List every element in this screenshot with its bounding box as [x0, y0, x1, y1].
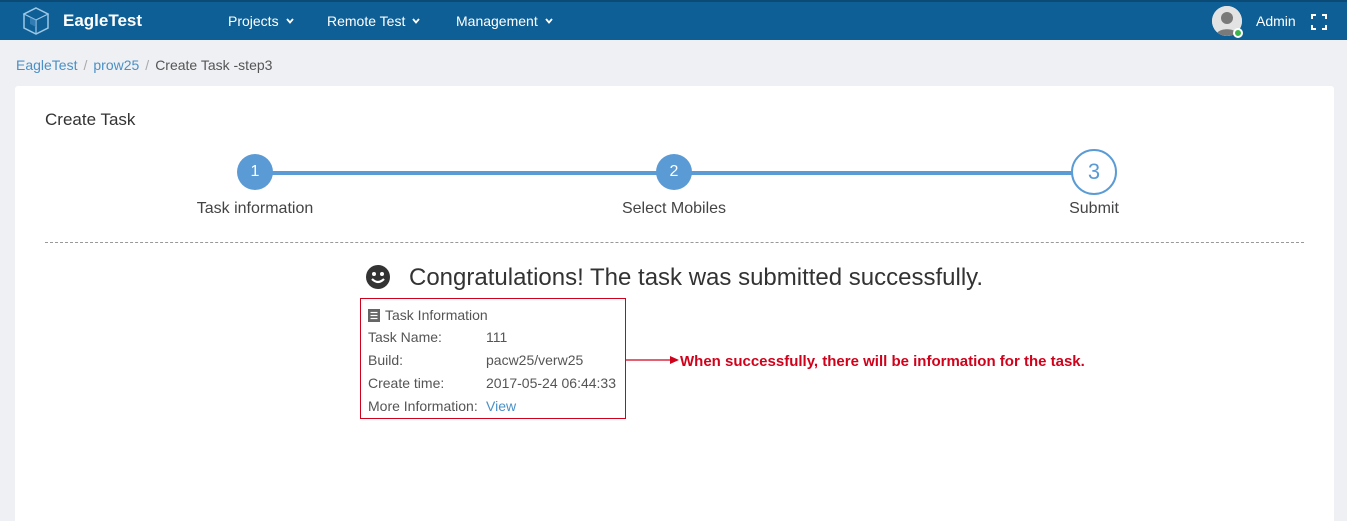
nav-projects-label: Projects [228, 13, 279, 29]
step-2-circle: 2 [656, 154, 692, 190]
build-label: Build: [368, 352, 404, 368]
nav-remote-test[interactable]: Remote Test [327, 13, 421, 29]
create-task-panel: Create Task 1 2 3 Task information Selec… [15, 86, 1334, 521]
create-time-label: Create time: [368, 375, 445, 391]
step-connector [255, 171, 675, 175]
chevron-down-icon [545, 18, 553, 24]
breadcrumb: EagleTest / prow25 / Create Task -step3 [16, 57, 272, 73]
divider [45, 242, 1304, 243]
step-2-label: Select Mobiles [621, 200, 727, 217]
step-connector [675, 171, 1095, 175]
breadcrumb-home[interactable]: EagleTest [16, 57, 77, 73]
chevron-down-icon [285, 18, 294, 24]
brand-name[interactable]: EagleTest [63, 11, 142, 31]
success-message: Congratulations! The task was submitted … [409, 264, 984, 291]
document-icon [368, 308, 380, 322]
nav-management[interactable]: Management [456, 13, 554, 29]
breadcrumb-project[interactable]: prow25 [93, 57, 139, 73]
chevron-down-icon [412, 18, 421, 24]
step-3-label: Submit [1069, 200, 1119, 217]
more-info-label: More Information: [368, 398, 478, 414]
logo-icon[interactable] [20, 5, 52, 37]
task-info-box: Task Information Task Name: 111 Build: p… [360, 298, 626, 419]
arrow-right-icon [626, 356, 679, 364]
top-navbar: EagleTest Projects Remote Test Managemen… [0, 0, 1347, 40]
step-1-circle: 1 [237, 154, 273, 190]
nav-remote-test-label: Remote Test [327, 13, 406, 29]
step-1-label: Task information [196, 200, 314, 217]
task-name-value: 111 [486, 329, 508, 345]
breadcrumb-current: Create Task -step3 [155, 57, 273, 73]
page-title: Create Task [45, 110, 136, 129]
smile-icon [366, 265, 390, 289]
task-info-title: Task Information [385, 307, 488, 323]
breadcrumb-separator: / [83, 57, 88, 73]
nav-projects[interactable]: Projects [228, 13, 295, 29]
breadcrumb-separator: / [145, 57, 150, 73]
user-name[interactable]: Admin [1256, 13, 1296, 29]
step-3-circle: 3 [1071, 149, 1117, 195]
annotation-note: When successfully, there will be informa… [680, 353, 1085, 370]
online-status-dot [1233, 28, 1243, 38]
fullscreen-icon[interactable] [1311, 14, 1327, 30]
view-link[interactable]: View [486, 398, 516, 414]
create-time-value: 2017-05-24 06:44:33 [486, 375, 616, 391]
task-info-heading: Task Information [368, 307, 488, 323]
task-name-label: Task Name: [368, 329, 442, 345]
nav-management-label: Management [456, 13, 538, 29]
build-value: pacw25/verw25 [486, 352, 584, 368]
